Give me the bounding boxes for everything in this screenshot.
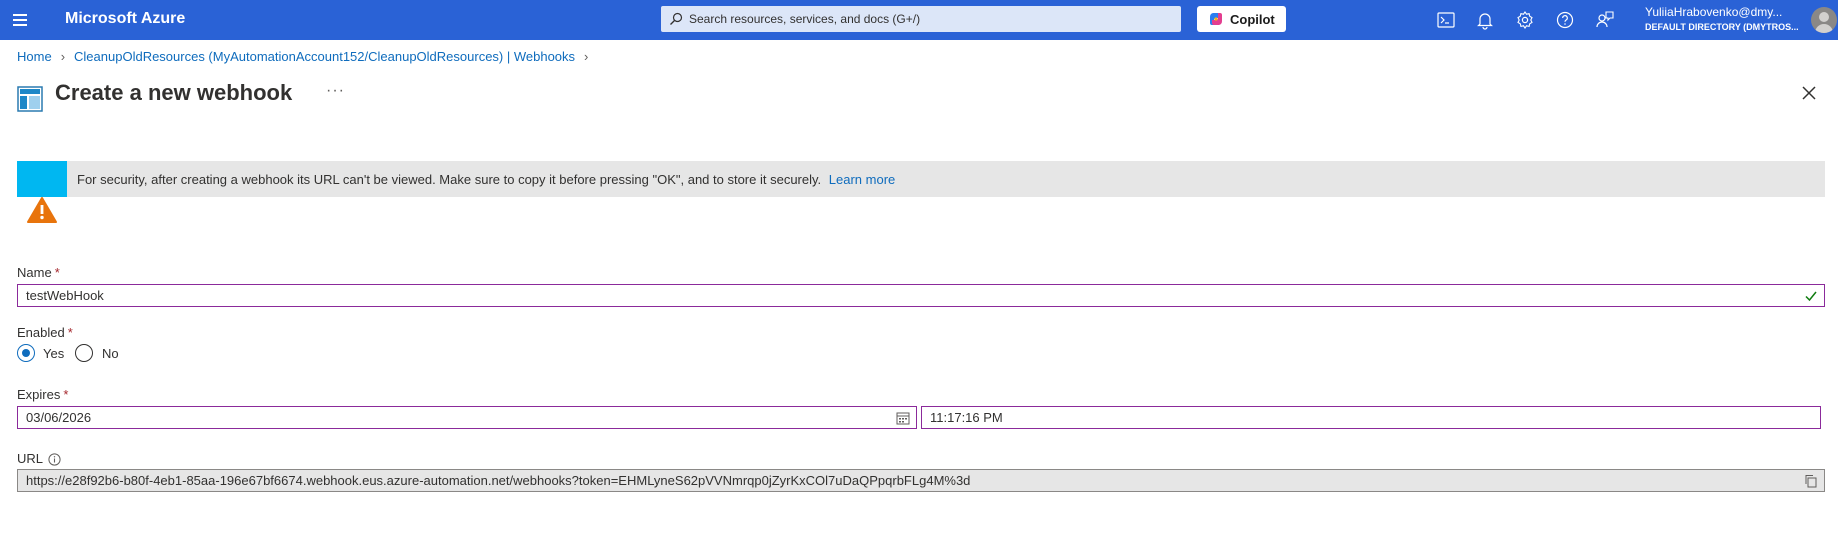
expires-time-field[interactable] xyxy=(921,406,1821,429)
breadcrumb: Home › CleanupOldResources (MyAutomationAc… xyxy=(17,49,597,64)
avatar[interactable] xyxy=(1811,7,1837,33)
required-indicator: * xyxy=(63,387,69,402)
account-directory: DEFAULT DIRECTORY (DMYTROS... xyxy=(1645,22,1799,32)
name-field[interactable] xyxy=(17,284,1825,307)
calendar-icon[interactable] xyxy=(896,411,910,425)
banner-message: For security, after creating a webhook i… xyxy=(77,172,895,187)
enabled-label-text: Enabled xyxy=(17,325,65,340)
gear-icon[interactable] xyxy=(1514,9,1536,31)
webhook-blade-icon xyxy=(17,86,43,112)
learn-more-link[interactable]: Learn more xyxy=(829,172,895,187)
expires-time-input[interactable] xyxy=(930,407,1788,428)
close-icon[interactable] xyxy=(1797,81,1821,105)
search-input[interactable] xyxy=(689,6,1169,32)
chevron-right-icon: › xyxy=(60,49,66,64)
expires-date-field[interactable] xyxy=(17,406,917,429)
brand-title[interactable]: Microsoft Azure xyxy=(65,10,185,28)
name-label-text: Name xyxy=(17,265,52,280)
expires-label: Expires * xyxy=(17,387,68,402)
avatar-body-shape xyxy=(1815,24,1833,33)
copy-icon[interactable] xyxy=(1804,474,1818,488)
cloud-shell-icon[interactable] xyxy=(1435,9,1457,31)
url-field[interactable] xyxy=(17,469,1825,492)
account-name: YuliiaHrabovenko@dmy... xyxy=(1645,5,1783,19)
account-menu[interactable]: YuliiaHrabovenko@dmy... DEFAULT DIRECTOR… xyxy=(1645,5,1805,32)
enabled-no-radio[interactable] xyxy=(75,344,93,362)
banner-accent-bar xyxy=(17,161,67,197)
help-icon[interactable] xyxy=(1554,9,1576,31)
portal-menu-icon[interactable] xyxy=(10,10,32,30)
top-bar: Microsoft Azure Copilot xyxy=(0,0,1838,40)
breadcrumb-webhooks[interactable]: CleanupOldResources (MyAutomationAccount… xyxy=(74,49,575,64)
enabled-no-label[interactable]: No xyxy=(102,346,119,361)
checkmark-icon xyxy=(1805,291,1817,302)
breadcrumb-home[interactable]: Home xyxy=(17,49,52,64)
info-icon[interactable] xyxy=(48,453,61,466)
banner-text: For security, after creating a webhook i… xyxy=(77,172,822,187)
name-label: Name * xyxy=(17,265,60,280)
url-label: URL xyxy=(17,451,44,466)
bell-icon[interactable] xyxy=(1474,9,1496,31)
name-input[interactable] xyxy=(26,285,1792,306)
copilot-icon xyxy=(1209,13,1223,25)
enabled-label: Enabled * xyxy=(17,325,73,340)
security-banner: For security, after creating a webhook i… xyxy=(17,161,1825,197)
enabled-yes-label[interactable]: Yes xyxy=(43,346,64,361)
expires-label-text: Expires xyxy=(17,387,61,402)
feedback-icon[interactable] xyxy=(1594,9,1616,31)
required-indicator: * xyxy=(54,265,60,280)
page-title: Create a new webhook xyxy=(55,80,293,105)
required-indicator: * xyxy=(67,325,73,340)
expires-date-input[interactable] xyxy=(26,407,884,428)
copilot-button[interactable]: Copilot xyxy=(1197,6,1286,32)
warning-icon xyxy=(27,197,57,223)
avatar-head-shape xyxy=(1819,12,1829,22)
enabled-yes-radio[interactable] xyxy=(17,344,35,362)
more-options-button[interactable]: ··· xyxy=(326,82,345,100)
url-input[interactable] xyxy=(26,470,1786,491)
chevron-right-icon: › xyxy=(584,49,589,64)
global-search[interactable] xyxy=(661,6,1181,32)
search-icon xyxy=(670,12,683,25)
copilot-label: Copilot xyxy=(1230,12,1275,27)
